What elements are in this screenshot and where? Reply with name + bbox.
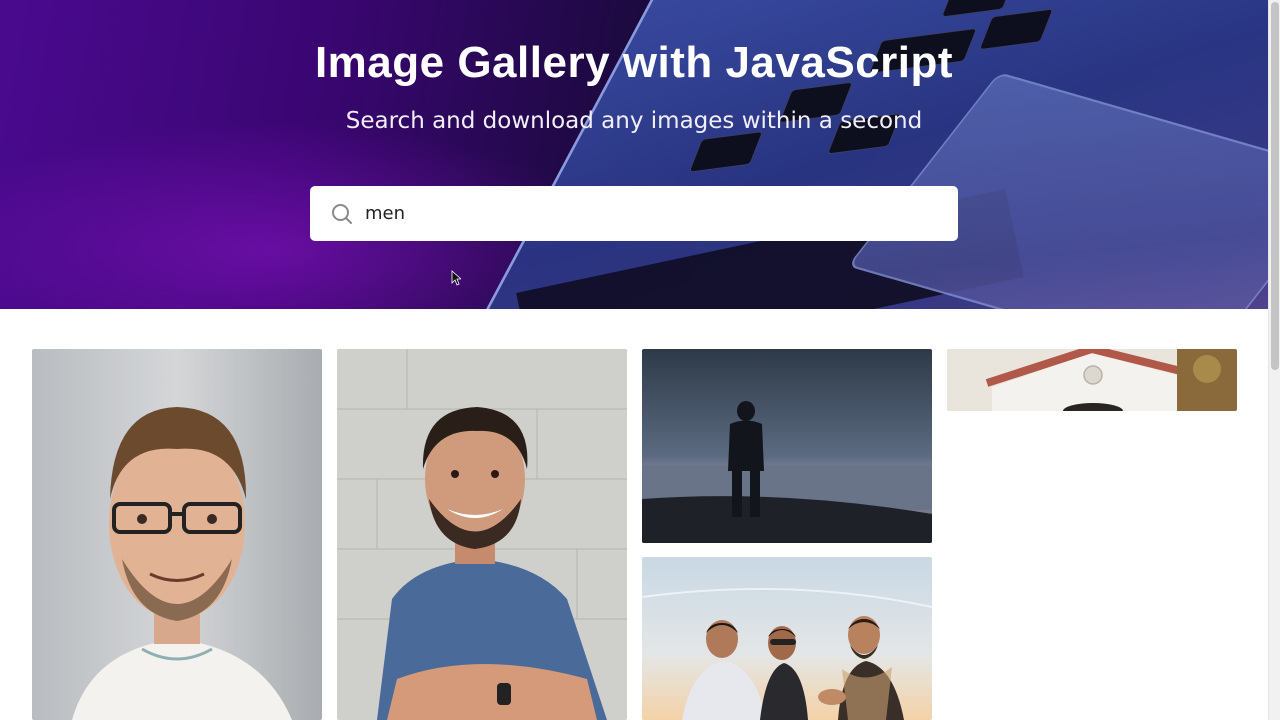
page-title: Image Gallery with JavaScript [314,38,954,87]
man-silhouette-lake-image [642,349,932,543]
mouse-cursor-icon [451,270,461,286]
hero-banner: Image Gallery with JavaScript Search and… [0,0,1268,309]
portrait-man-glasses-image [32,349,322,720]
search-box[interactable] [310,186,958,241]
men-talking-sunset-image [642,557,932,720]
white-house-roof-image [947,349,1237,411]
search-icon [331,203,353,225]
page: Image Gallery with JavaScript Search and… [0,0,1280,720]
page-scrollbar[interactable] [1268,0,1280,720]
image-gallery [32,349,1238,720]
gallery-image-card[interactable] [642,349,932,543]
gallery-image-card[interactable] [642,557,932,720]
scrollbar-thumb[interactable] [1271,2,1279,370]
gallery-image-card[interactable] [32,349,322,720]
search-input[interactable] [365,203,925,224]
page-subtitle: Search and download any images within a … [345,108,923,134]
gallery-image-card[interactable] [337,349,627,720]
gallery-image-card[interactable] [947,349,1237,411]
man-blue-tshirt-image [337,349,627,720]
